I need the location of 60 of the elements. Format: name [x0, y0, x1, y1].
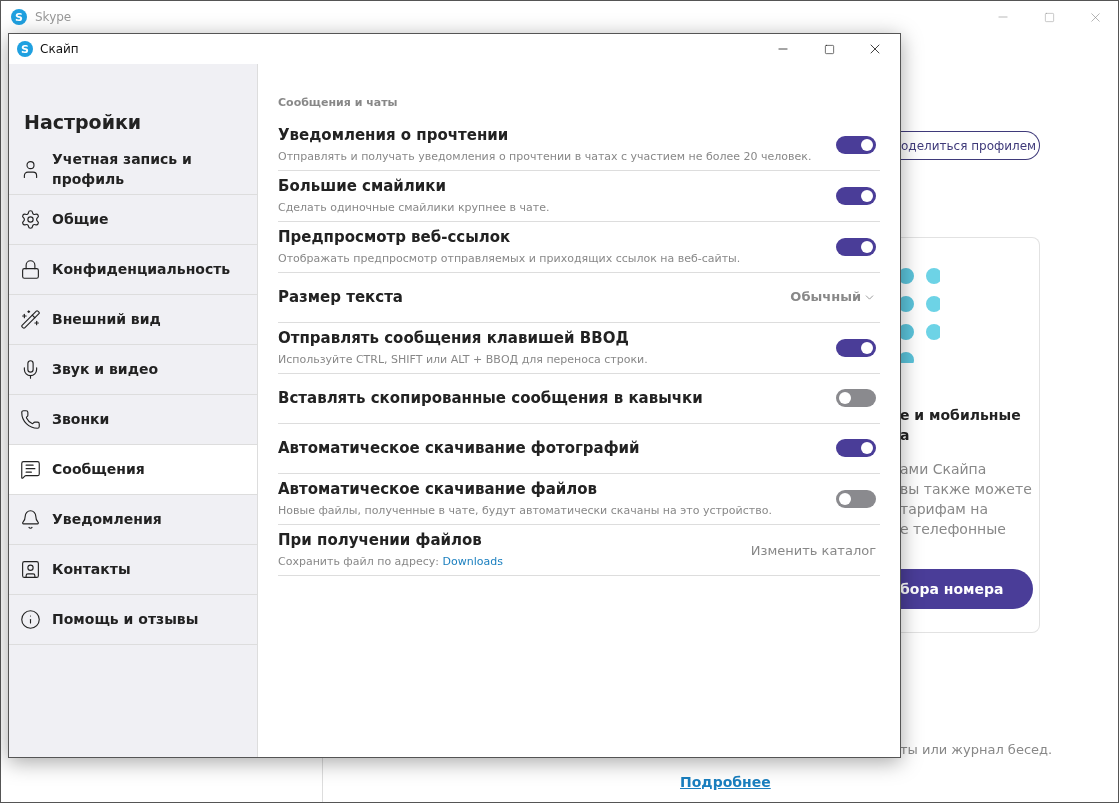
- setting-description: Отображать предпросмотр отправляемых и приходящих ссылок на веб-сайты.: [278, 251, 741, 267]
- sidebar-item[interactable]: Внешний вид: [9, 294, 257, 345]
- setting-title: Большие смайлики: [278, 175, 448, 197]
- setting-description: Сохранить файл по адресу: Downloads: [278, 554, 503, 570]
- setting-description: Сделать одиночные смайлики крупнее в чате.: [278, 200, 550, 216]
- sidebar-item[interactable]: Контакты: [9, 544, 257, 595]
- sidebar-item[interactable]: Звонки: [9, 394, 257, 445]
- wand-icon: [20, 308, 41, 330]
- card-text: ами Скайпа: [900, 460, 988, 479]
- toggle-switch[interactable]: [836, 135, 876, 154]
- toggle-switch[interactable]: [836, 237, 876, 256]
- contact-card-icon: [20, 558, 41, 580]
- info-icon: [20, 608, 41, 630]
- sidebar-item[interactable]: Помощь и отзывы: [9, 594, 257, 645]
- toggle-switch[interactable]: [836, 338, 876, 357]
- toggle-switch[interactable]: [836, 389, 876, 407]
- skype-logo-icon: S: [17, 41, 33, 57]
- setting-description: Новые файлы, полученные в чате, будут автоматически скачаны на это устройство.: [278, 503, 772, 519]
- setting-title: Автоматическое скачивание фотографий: [278, 437, 640, 459]
- toggle-switch[interactable]: [836, 489, 876, 508]
- card-heading: е и мобильные: [900, 406, 1022, 425]
- message-icon: [20, 458, 41, 480]
- footer-text: ты или журнал бесед.: [900, 741, 1054, 759]
- card-text: е телефонные: [900, 520, 1007, 539]
- toggle-switch[interactable]: [836, 186, 876, 205]
- setting-title: Вставлять скопированные сообщения в кавычки: [278, 387, 703, 409]
- setting-title: Отправлять сообщения клавишей ВВОД: [278, 327, 630, 349]
- skype-logo-icon: S: [11, 9, 27, 25]
- maximize-icon: [823, 43, 835, 55]
- setting-description: Отправлять и получать уведомления о прочтении в чатах с участием не более 20 человек.: [278, 149, 812, 165]
- toggle-switch[interactable]: [836, 439, 876, 457]
- change-folder-button[interactable]: Изменить каталог: [750, 540, 876, 560]
- sidebar-heading: Настройки: [24, 110, 143, 135]
- setting-title: При получении файлов: [278, 529, 483, 551]
- sidebar-item[interactable]: Общие: [9, 194, 257, 245]
- text-size-dropdown[interactable]: Обычный: [790, 287, 876, 307]
- card-text: тарифам на: [900, 500, 989, 519]
- bell-icon: [20, 508, 41, 530]
- setting-title: Размер текста: [278, 286, 403, 308]
- folder-link[interactable]: Downloads: [442, 555, 503, 568]
- sidebar-item[interactable]: Звук и видео: [9, 344, 257, 395]
- setting-description: Используйте CTRL, SHIFT или ALT + ВВОД для переноса строки.: [278, 352, 648, 368]
- sidebar-item[interactable]: Конфиденциальность: [9, 244, 257, 295]
- dial-pad-button[interactable]: бора номера: [900, 569, 1033, 609]
- phone-icon: [20, 408, 41, 430]
- section-title: Сообщения и чаты: [278, 95, 399, 111]
- sidebar-item[interactable]: Сообщения: [9, 444, 257, 495]
- sidebar-item[interactable]: Учетная запись и профиль: [9, 144, 257, 195]
- learn-more-link[interactable]: Подробнее: [680, 771, 771, 793]
- card-text: вы также можете: [900, 480, 1033, 499]
- card-heading: а: [900, 426, 911, 445]
- maximize-icon: [1043, 11, 1055, 23]
- setting-title: Предпросмотр веб-ссылок: [278, 226, 512, 248]
- sidebar-item[interactable]: Уведомления: [9, 494, 257, 545]
- setting-title: Уведомления о прочтении: [278, 124, 510, 146]
- lock-icon: [20, 258, 41, 280]
- window-title: Skype: [35, 9, 72, 26]
- setting-title: Автоматическое скачивание файлов: [278, 478, 599, 500]
- settings-icon: [20, 208, 41, 230]
- window-title: Скайп: [40, 41, 79, 58]
